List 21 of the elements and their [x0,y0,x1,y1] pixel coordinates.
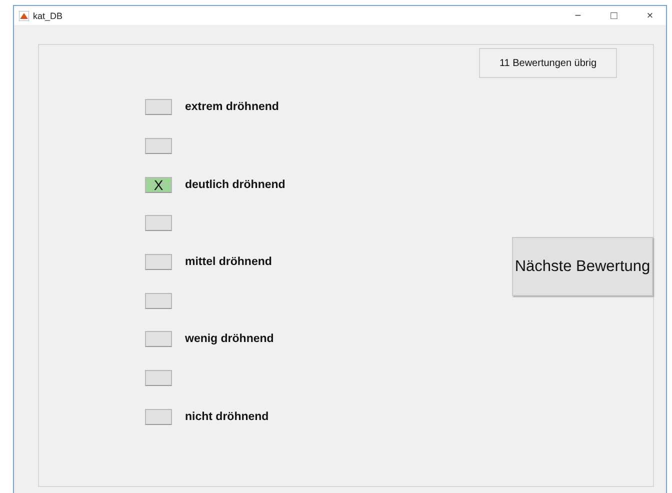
app-icon [19,10,29,20]
rating-toggle[interactable] [145,370,172,386]
window-title: kat_DB [33,10,64,20]
rating-label: deutlich dröhnend [185,178,286,191]
window-control[interactable]: − [562,10,594,22]
rating-toggle[interactable] [145,254,172,270]
rating-toggle[interactable] [145,215,172,232]
rating-toggle[interactable]: X [145,176,172,193]
next-rating-button[interactable]: Nächste Bewertung [512,237,653,296]
rating-toggle[interactable] [145,292,172,309]
rating-label: extrem dröhnend [185,101,279,114]
rating-label: mittel dröhnend [185,256,272,268]
rating-toggle[interactable] [145,138,172,154]
window-control[interactable]: × [634,10,666,22]
window-control[interactable]: □ [598,10,630,22]
remaining-counter: 11 Bewertungen übrig [479,48,617,78]
rating-label: nicht dröhnend [185,410,269,423]
rating-toggle[interactable] [145,408,172,425]
rating-label: wenig dröhnend [185,333,274,346]
rating-toggle[interactable] [145,331,172,348]
rating-toggle[interactable] [145,99,172,116]
